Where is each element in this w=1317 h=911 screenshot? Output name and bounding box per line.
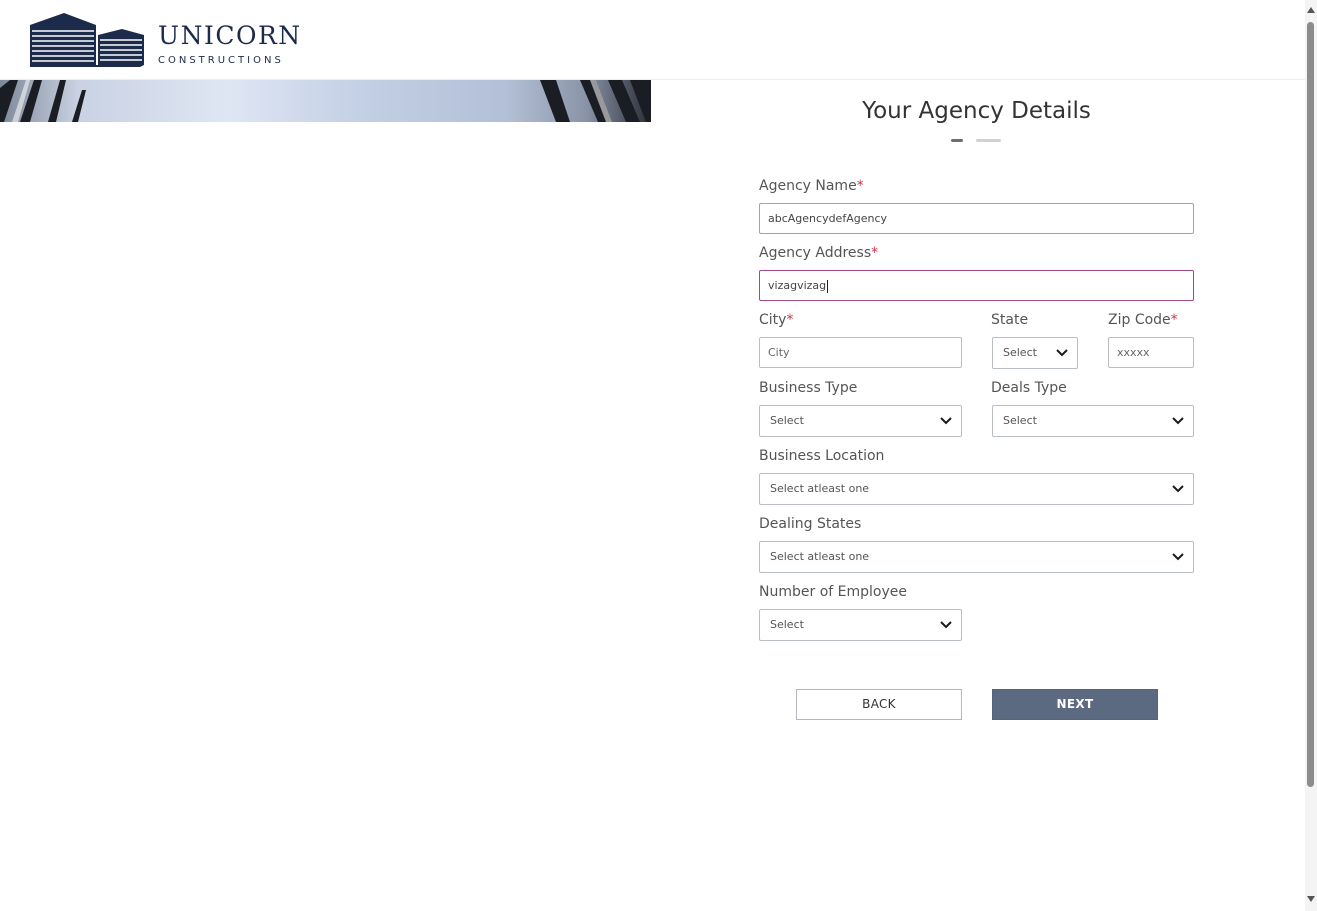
logo[interactable]: UNICORN CONSTRUCTIONS — [30, 13, 300, 69]
chevron-down-icon — [940, 417, 952, 425]
text-cursor — [827, 279, 829, 293]
hero-image — [0, 80, 651, 122]
scrollbar-thumb[interactable] — [1307, 22, 1314, 787]
city-input[interactable]: City — [759, 337, 962, 368]
zip-code-label: Zip Code* — [1108, 312, 1178, 328]
back-button[interactable]: BACK — [796, 689, 962, 720]
state-label: State — [991, 312, 1029, 328]
building-logo-icon — [30, 13, 144, 67]
required-marker: * — [786, 312, 794, 328]
chevron-down-icon — [1172, 417, 1184, 425]
dealing-states-label: Dealing States — [759, 516, 862, 532]
scroll-down-icon[interactable] — [1307, 896, 1315, 902]
agency-name-label: Agency Name* — [759, 178, 864, 194]
page-title: Your Agency Details — [862, 98, 1091, 124]
header: UNICORN CONSTRUCTIONS — [0, 0, 1305, 80]
deals-type-label: Deals Type — [991, 380, 1067, 396]
required-marker: * — [856, 178, 864, 194]
chevron-down-icon — [1172, 485, 1184, 493]
business-location-select[interactable]: Select atleast one — [759, 473, 1194, 505]
chevron-down-icon — [1056, 349, 1068, 357]
dealing-states-select[interactable]: Select atleast one — [759, 541, 1194, 573]
state-select[interactable]: Select — [992, 337, 1078, 369]
number-of-employee-select[interactable]: Select — [759, 609, 962, 641]
business-type-label: Business Type — [759, 380, 858, 396]
number-of-employee-label: Number of Employee — [759, 584, 907, 600]
deals-type-select[interactable]: Select — [992, 405, 1194, 437]
agency-address-label: Agency Address* — [759, 245, 879, 261]
brand-name: UNICORN — [158, 21, 302, 50]
chevron-down-icon — [1172, 553, 1184, 561]
agency-name-input[interactable]: abcAgencydefAgency — [759, 203, 1194, 234]
chevron-down-icon — [940, 621, 952, 629]
required-marker: * — [1170, 312, 1178, 328]
page-scrollbar[interactable] — [1305, 0, 1317, 911]
zip-code-input[interactable]: xxxxx — [1108, 337, 1194, 368]
required-marker: * — [871, 245, 879, 261]
business-type-select[interactable]: Select — [759, 405, 962, 437]
scroll-up-icon[interactable] — [1307, 7, 1315, 13]
city-label: City* — [759, 312, 794, 328]
brand-subtitle: CONSTRUCTIONS — [158, 55, 284, 66]
next-button[interactable]: NEXT — [992, 689, 1158, 720]
business-location-label: Business Location — [759, 448, 885, 464]
step-indicator — [951, 139, 1011, 142]
step-1-indicator[interactable] — [951, 139, 963, 142]
step-2-indicator[interactable] — [976, 139, 1001, 142]
agency-address-input[interactable]: vizagvizag — [759, 270, 1194, 301]
